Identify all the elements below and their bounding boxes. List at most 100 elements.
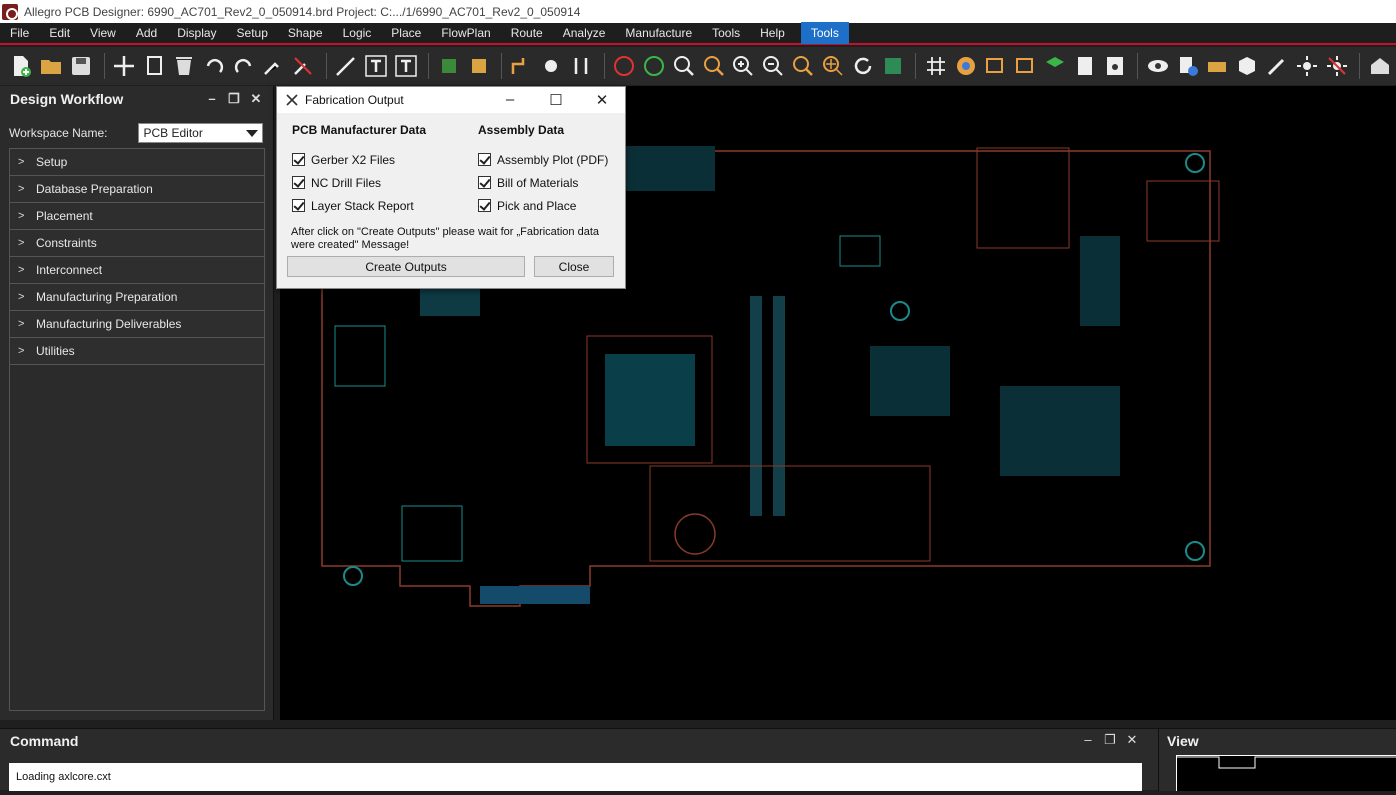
swap-icon[interactable] — [568, 52, 595, 80]
pick-place-checkbox-row[interactable]: Pick and Place — [478, 194, 608, 217]
menu-file[interactable]: File — [0, 22, 39, 44]
toolbar-separator — [428, 53, 430, 79]
menu-edit[interactable]: Edit — [39, 22, 80, 44]
menu-analyze[interactable]: Analyze — [553, 22, 616, 44]
layer-stack-checkbox-row[interactable]: Layer Stack Report — [292, 194, 426, 217]
zoom-out-icon[interactable] — [760, 52, 787, 80]
gerber-x2-checkbox-row[interactable]: Gerber X2 Files — [292, 148, 426, 171]
add-text-icon[interactable] — [363, 52, 390, 80]
minimize-icon[interactable]: – — [487, 91, 533, 109]
pin-icon[interactable] — [260, 52, 287, 80]
layer-stack-checkbox[interactable] — [292, 199, 305, 212]
nc-drill-checkbox-row[interactable]: NC Drill Files — [292, 171, 426, 194]
pick-place-checkbox[interactable] — [478, 199, 491, 212]
workflow-item-interconnect[interactable]: > Interconnect — [10, 257, 264, 284]
workflow-item-placement[interactable]: > Placement — [10, 203, 264, 230]
restore-icon[interactable]: ❐ — [227, 92, 241, 106]
measure-icon[interactable] — [1204, 52, 1231, 80]
workspace-select[interactable]: PCB Editor — [138, 123, 263, 143]
bom-checkbox[interactable] — [478, 176, 491, 189]
save-icon[interactable] — [68, 52, 95, 80]
zoom-center-icon[interactable] — [820, 52, 847, 80]
shadow-mode-icon[interactable] — [982, 52, 1009, 80]
gerber-x2-checkbox[interactable] — [292, 153, 305, 166]
redo-icon[interactable] — [230, 52, 257, 80]
minimize-icon[interactable]: – — [205, 92, 219, 106]
menu-flowplan[interactable]: FlowPlan — [431, 22, 500, 44]
toolbar-separator — [325, 53, 327, 79]
copy-icon[interactable] — [140, 52, 167, 80]
drc-check-icon[interactable] — [640, 52, 667, 80]
layers-icon[interactable] — [1042, 52, 1069, 80]
cube-icon[interactable] — [1234, 52, 1261, 80]
menu-place[interactable]: Place — [381, 22, 431, 44]
maximize-icon[interactable]: ☐ — [533, 91, 579, 109]
chip-icon[interactable] — [465, 52, 492, 80]
create-outputs-button[interactable]: Create Outputs — [287, 256, 525, 277]
panel-title: Design Workflow — [10, 91, 124, 107]
report-icon[interactable] — [1072, 52, 1099, 80]
world-view-canvas[interactable] — [1176, 755, 1396, 791]
add-line-icon[interactable] — [333, 52, 360, 80]
menu-shape[interactable]: Shape — [278, 22, 333, 44]
restore-icon[interactable]: ❐ — [1103, 733, 1117, 747]
workflow-item-constraints[interactable]: > Constraints — [10, 230, 264, 257]
open-folder-icon[interactable] — [38, 52, 65, 80]
undo-icon[interactable] — [200, 52, 227, 80]
command-output[interactable]: Loading axlcore.cxt — [9, 763, 1142, 791]
menu-manufacture[interactable]: Manufacture — [615, 22, 702, 44]
dehighlight-icon[interactable] — [1324, 52, 1351, 80]
workflow-item-manufacturing-deliverables[interactable]: > Manufacturing Deliverables — [10, 311, 264, 338]
design-workflow-panel: Design Workflow – ❐ ✕ Workspace Name: PC… — [0, 86, 274, 720]
redraw-icon[interactable] — [850, 52, 877, 80]
menu-tools[interactable]: Tools — [702, 22, 750, 44]
assembly-plot-checkbox-row[interactable]: Assembly Plot (PDF) — [478, 148, 608, 171]
close-icon[interactable]: ✕ — [579, 91, 625, 109]
drc-icon[interactable] — [611, 52, 638, 80]
menu-route[interactable]: Route — [501, 22, 553, 44]
info-icon[interactable] — [1174, 52, 1201, 80]
close-button[interactable]: Close — [534, 256, 614, 277]
menu-display[interactable]: Display — [167, 22, 226, 44]
workflow-item-database-preparation[interactable]: > Database Preparation — [10, 176, 264, 203]
workflow-item-label: Manufacturing Preparation — [36, 290, 178, 304]
toolbar-separator — [103, 53, 105, 79]
move-icon[interactable] — [111, 52, 138, 80]
unpin-icon[interactable] — [290, 52, 317, 80]
highlight-icon[interactable] — [1294, 52, 1321, 80]
color-icon[interactable] — [952, 52, 979, 80]
grid-icon[interactable] — [922, 52, 949, 80]
menu-help[interactable]: Help — [750, 22, 795, 44]
main-toolbar — [0, 47, 1396, 85]
assembly-plot-checkbox[interactable] — [478, 153, 491, 166]
menu-view[interactable]: View — [80, 22, 126, 44]
zoom-in-icon[interactable] — [730, 52, 757, 80]
settings-icon[interactable] — [1101, 52, 1128, 80]
workflow-item-setup[interactable]: > Setup — [10, 149, 264, 176]
menu-logic[interactable]: Logic — [333, 22, 382, 44]
minimize-icon[interactable]: – — [1081, 733, 1095, 747]
visibility-icon[interactable] — [1012, 52, 1039, 80]
slide-icon[interactable] — [538, 52, 565, 80]
zoom-fit-icon[interactable] — [670, 52, 697, 80]
delete-icon[interactable] — [170, 52, 197, 80]
menu-add[interactable]: Add — [126, 22, 167, 44]
nc-drill-checkbox[interactable] — [292, 176, 305, 189]
workflow-item-manufacturing-preparation[interactable]: > Manufacturing Preparation — [10, 284, 264, 311]
new-file-icon[interactable] — [8, 52, 35, 80]
route-icon[interactable] — [508, 52, 535, 80]
3d-view-icon[interactable] — [879, 52, 906, 80]
bom-checkbox-row[interactable]: Bill of Materials — [478, 171, 608, 194]
zoom-previous-icon[interactable] — [790, 52, 817, 80]
menu-tools-active[interactable]: Tools — [800, 22, 849, 44]
home-icon[interactable] — [1366, 52, 1393, 80]
close-icon[interactable]: ✕ — [1125, 733, 1139, 747]
close-icon[interactable]: ✕ — [249, 92, 263, 106]
workflow-item-utilities[interactable]: > Utilities — [10, 338, 264, 365]
component-icon[interactable] — [435, 52, 462, 80]
brush-icon[interactable] — [1264, 52, 1291, 80]
eye-icon[interactable] — [1144, 52, 1171, 80]
edit-text-icon[interactable] — [392, 52, 419, 80]
zoom-points-icon[interactable] — [700, 52, 727, 80]
menu-setup[interactable]: Setup — [227, 22, 278, 44]
